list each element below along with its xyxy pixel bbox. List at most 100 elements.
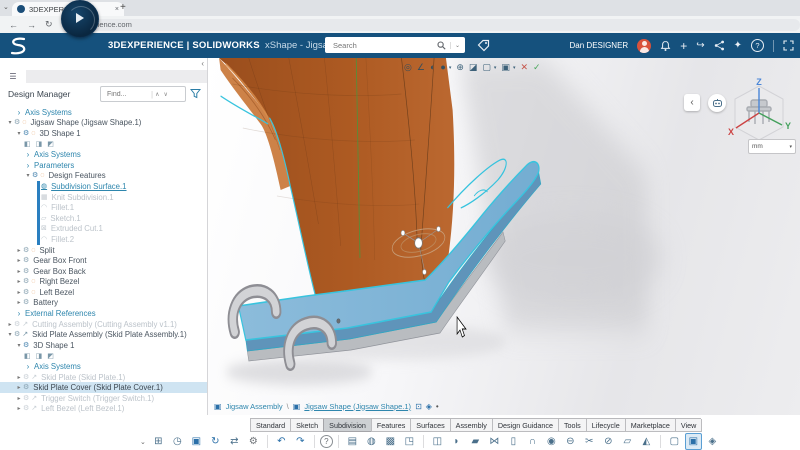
tree-item-sketch-1[interactable]: ▱ Sketch.1	[0, 212, 207, 224]
tree-item-skid-plate-cover-skid-plate-cover-1[interactable]: ▸ ⚙ Skid Plate Cover (Skid Plate Cover.1)	[0, 382, 207, 394]
grid-plane-icon[interactable]: ▤	[344, 433, 361, 450]
tree-item-left-bezel-left-bezel-1[interactable]: ▸ ⚙ ↗ Left Bezel (Left Bezel.1)	[0, 404, 207, 415]
expand-arrow-icon[interactable]: ▸	[15, 374, 23, 381]
tree-item-gear-box-front[interactable]: ▸ ⚙ Gear Box Front	[0, 255, 207, 266]
fullscreen-icon[interactable]	[783, 40, 794, 51]
explore-icon[interactable]: ◈	[426, 402, 432, 411]
sync-icon[interactable]: ↻	[207, 433, 224, 450]
tree-item-right-bezel[interactable]: ▸ ⚙ ◌ Right Bezel	[0, 277, 207, 288]
wrap-sphere-icon[interactable]: ◍	[363, 433, 380, 450]
loop-insert-icon[interactable]: ▯	[505, 433, 522, 450]
shear-icon[interactable]: ▱	[619, 433, 636, 450]
tree-item-left-bezel[interactable]: ▸ ⚙ ◌ Left Bezel	[0, 287, 207, 298]
forward-icon[interactable]: →	[27, 20, 36, 30]
breadcrumb-root[interactable]: Jigsaw Assembly	[226, 402, 283, 411]
tree-item-skid-plate-assembly-skid-plate-assembly-1[interactable]: ▾ ⚙ ↗ Skid Plate Assembly (Skid Plate Assem…	[0, 329, 207, 340]
settings-gear-icon[interactable]: ⚙	[245, 433, 262, 450]
undo-icon[interactable]: ↶	[273, 433, 290, 450]
search-scope-caret[interactable]: ⌄	[449, 41, 460, 49]
tag-icon[interactable]	[477, 39, 490, 52]
grid-box-icon[interactable]: ▩	[382, 433, 399, 450]
expand-arrow-icon[interactable]: ›	[24, 150, 32, 159]
primitive-box-icon[interactable]: ◫	[429, 433, 446, 450]
snap-icon[interactable]: ◎	[404, 63, 412, 72]
redo-icon[interactable]: ↷	[292, 433, 309, 450]
cancel-icon[interactable]: ✕	[520, 63, 528, 72]
find-next-icon[interactable]: ∨	[163, 91, 167, 98]
tree-item-axis-systems[interactable]: › Axis Systems	[0, 107, 207, 118]
help-icon[interactable]: ?	[751, 39, 764, 52]
tree-item-split[interactable]: ▸ ⚙ ◌ Split	[0, 245, 207, 256]
expand-arrow-icon[interactable]: ▸	[15, 247, 23, 254]
expand-arrow-icon[interactable]: ▸	[6, 321, 14, 328]
tab-view[interactable]: View	[674, 419, 703, 432]
tree-item-external-references[interactable]: › External References	[0, 308, 207, 319]
find-prev-icon[interactable]: ∧	[155, 91, 159, 98]
tab-design-guidance[interactable]: Design Guidance	[491, 419, 559, 432]
tree-item-gear-box-back[interactable]: ▸ ⚙ Gear Box Back	[0, 266, 207, 277]
help-icon[interactable]: ?	[319, 435, 333, 448]
open-with-icon[interactable]: ⊡	[415, 402, 422, 411]
units-dropdown[interactable]: mm ▾	[748, 139, 796, 154]
breadcrumb-current[interactable]: Jigsaw Shape (Jigsaw Shape.1)	[304, 402, 411, 411]
expand-arrow-icon[interactable]: ▸	[15, 384, 23, 391]
chevron-down-icon[interactable]: ▾	[513, 65, 516, 71]
new-tab-button[interactable]: +	[120, 2, 126, 13]
expand-arrow-icon[interactable]: ›	[15, 108, 23, 117]
tree-item-parameters[interactable]: › Parameters	[0, 160, 207, 171]
expand-arrow-icon[interactable]: ▸	[15, 257, 23, 264]
share-arrow-icon[interactable]: ↪	[696, 40, 704, 51]
expand-arrow-icon[interactable]: ▸	[15, 268, 23, 275]
chevron-down-icon[interactable]: ▾	[449, 65, 452, 71]
tree-item-3d-shape-1[interactable]: ▾ ⚙ ◌ 3D Shape 1	[0, 128, 207, 139]
add-icon[interactable]: +	[680, 40, 687, 52]
filter-funnel-icon[interactable]	[190, 88, 201, 99]
accept-icon[interactable]: ✓	[533, 63, 541, 72]
tab-sketch[interactable]: Sketch	[290, 419, 325, 432]
expand-arrow-icon[interactable]: ▸	[15, 405, 23, 412]
expand-arrow-icon[interactable]: ›	[24, 161, 32, 170]
3dexperience-compass-logo[interactable]	[61, 0, 99, 38]
toolbar-caret[interactable]: ⌄	[140, 438, 146, 446]
chevron-down-icon[interactable]: ▾	[494, 65, 497, 71]
tree-item-extruded-cut-1[interactable]: ⊠ Extruded Cut.1	[0, 223, 207, 235]
tree-item-design-features[interactable]: ▾ ⚙ ◌ Design Features	[0, 171, 207, 182]
new-content-icon[interactable]: ⊞	[150, 433, 167, 450]
tab-lifecycle[interactable]: Lifecycle	[585, 419, 626, 432]
global-search[interactable]: ⌄	[325, 37, 465, 53]
cage-deform-icon[interactable]: ◈	[704, 433, 721, 450]
crease-icon[interactable]: ◭	[638, 433, 655, 450]
pattern-icon[interactable]: ⊘	[600, 433, 617, 450]
rep-badge-icon-3[interactable]: ◩	[47, 352, 54, 360]
expand-arrow-icon[interactable]: ▾	[15, 342, 23, 349]
expand-arrow-icon[interactable]: ▸	[15, 289, 23, 296]
thicken-icon[interactable]: ▰	[467, 433, 484, 450]
render-style-icon[interactable]: ◐	[430, 63, 435, 72]
flip-icon[interactable]: ⋈	[486, 433, 503, 450]
address-bar[interactable]: 3dexperience.com	[62, 18, 800, 31]
expand-arrow-icon[interactable]: ▸	[15, 278, 23, 285]
display-cage-solid-icon[interactable]: ▣	[684, 433, 702, 450]
tab-surfaces[interactable]: Surfaces	[410, 419, 451, 432]
section-icon[interactable]: ◪	[469, 63, 478, 72]
rep-badge-icon-2[interactable]: ◨	[36, 352, 43, 360]
expand-arrow-icon[interactable]: ▾	[15, 130, 23, 137]
history-icon[interactable]: ◷	[169, 433, 186, 450]
tab-search-caret[interactable]: ⌄	[3, 3, 9, 11]
search-icon[interactable]	[437, 40, 446, 50]
tree-item-knit-subdivision-1[interactable]: ▦ Knit Subdivision.1	[0, 191, 207, 203]
reload-icon[interactable]: ↻	[45, 19, 53, 30]
notifications-bell-icon[interactable]	[660, 40, 671, 52]
tree-item-axis-systems[interactable]: › Axis Systems	[0, 149, 207, 160]
expand-arrow-icon[interactable]: ›	[24, 362, 32, 371]
tree-item-fillet-1[interactable]: ◠ Fillet.1	[0, 202, 207, 213]
more-icon[interactable]: •	[436, 402, 439, 411]
user-name[interactable]: Dan DESIGNER	[570, 41, 629, 50]
selection-filter-icon[interactable]: ▢	[482, 63, 491, 72]
rep-badge-icon-1[interactable]: ◧	[24, 352, 31, 360]
share-nodes-icon[interactable]	[714, 40, 725, 51]
bridge-icon[interactable]: ∩	[524, 433, 541, 450]
3ds-play-icon[interactable]: ✦	[734, 40, 742, 51]
tab-features[interactable]: Features	[370, 419, 412, 432]
modify-graph-icon[interactable]: ◳	[401, 433, 418, 450]
